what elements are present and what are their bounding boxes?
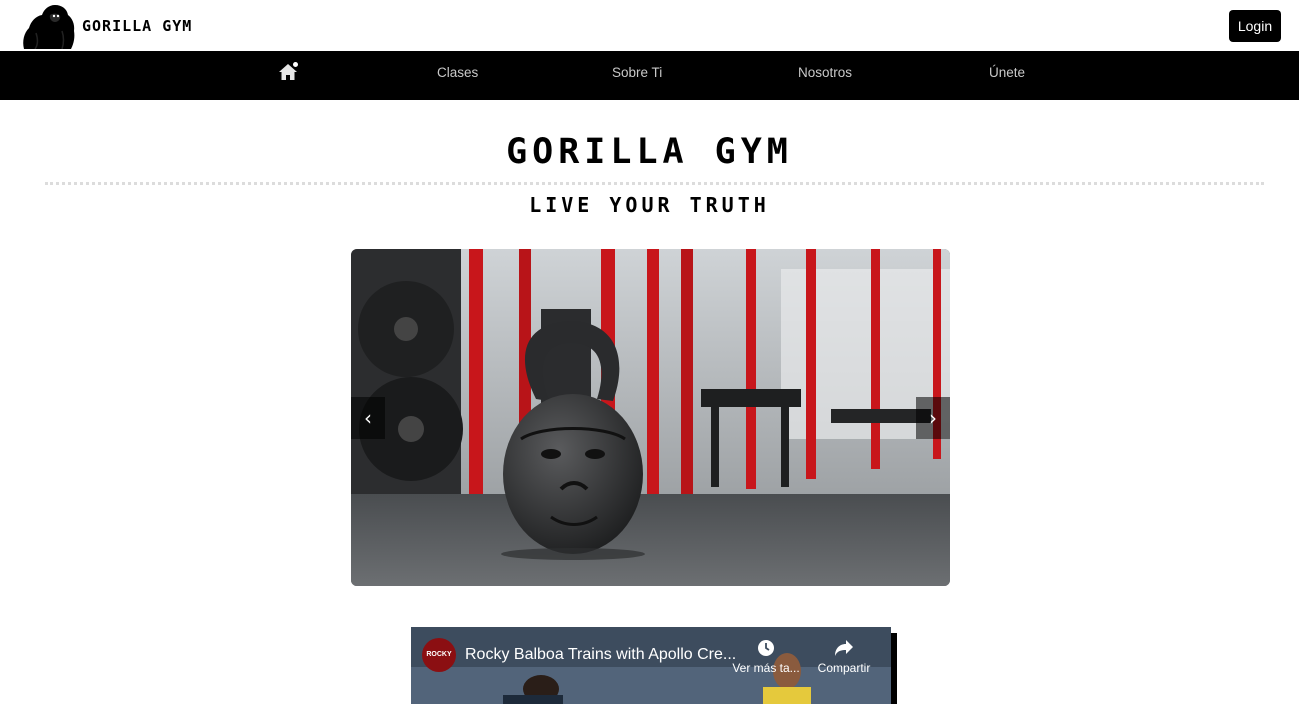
channel-avatar[interactable]: ROCKY <box>422 638 456 672</box>
page-title: GORILLA GYM <box>506 132 793 172</box>
gorilla-logo-icon <box>23 5 75 49</box>
embedded-video[interactable]: ROCKY Rocky Balboa Trains with Apollo Cr… <box>411 627 891 704</box>
share-button[interactable]: Compartir <box>814 639 874 675</box>
video-title[interactable]: Rocky Balboa Trains with Apollo Cre... <box>465 646 735 664</box>
watch-later-label: Ver más ta... <box>732 661 800 675</box>
watch-later-button[interactable]: Ver más ta... <box>731 639 801 675</box>
active-indicator-dot <box>293 62 298 67</box>
brand-name: GORILLA GYM <box>82 17 193 35</box>
brand[interactable]: GORILLA GYM <box>20 3 192 49</box>
nav-item-unete[interactable]: Únete <box>989 51 1025 100</box>
dotted-divider <box>45 182 1264 185</box>
clock-icon <box>758 640 774 656</box>
carousel-slide-image <box>351 249 950 586</box>
nav-item-nosotros[interactable]: Nosotros <box>798 51 852 100</box>
nav-item-clases[interactable]: Clases <box>437 51 478 100</box>
login-button[interactable]: Login <box>1229 10 1281 42</box>
carousel-next-button[interactable]: › <box>916 397 950 439</box>
nav-item-sobre-ti[interactable]: Sobre Ti <box>612 51 662 100</box>
top-header: GORILLA GYM Login <box>0 0 1299 51</box>
image-carousel: ‹ › <box>351 249 950 586</box>
carousel-prev-button[interactable]: ‹ <box>351 397 385 439</box>
page-subtitle: LIVE YOUR TRUTH <box>529 193 770 217</box>
share-label: Compartir <box>817 661 871 675</box>
share-arrow-icon <box>835 640 853 656</box>
main-nav: Clases Sobre Ti Nosotros Únete <box>0 51 1299 100</box>
